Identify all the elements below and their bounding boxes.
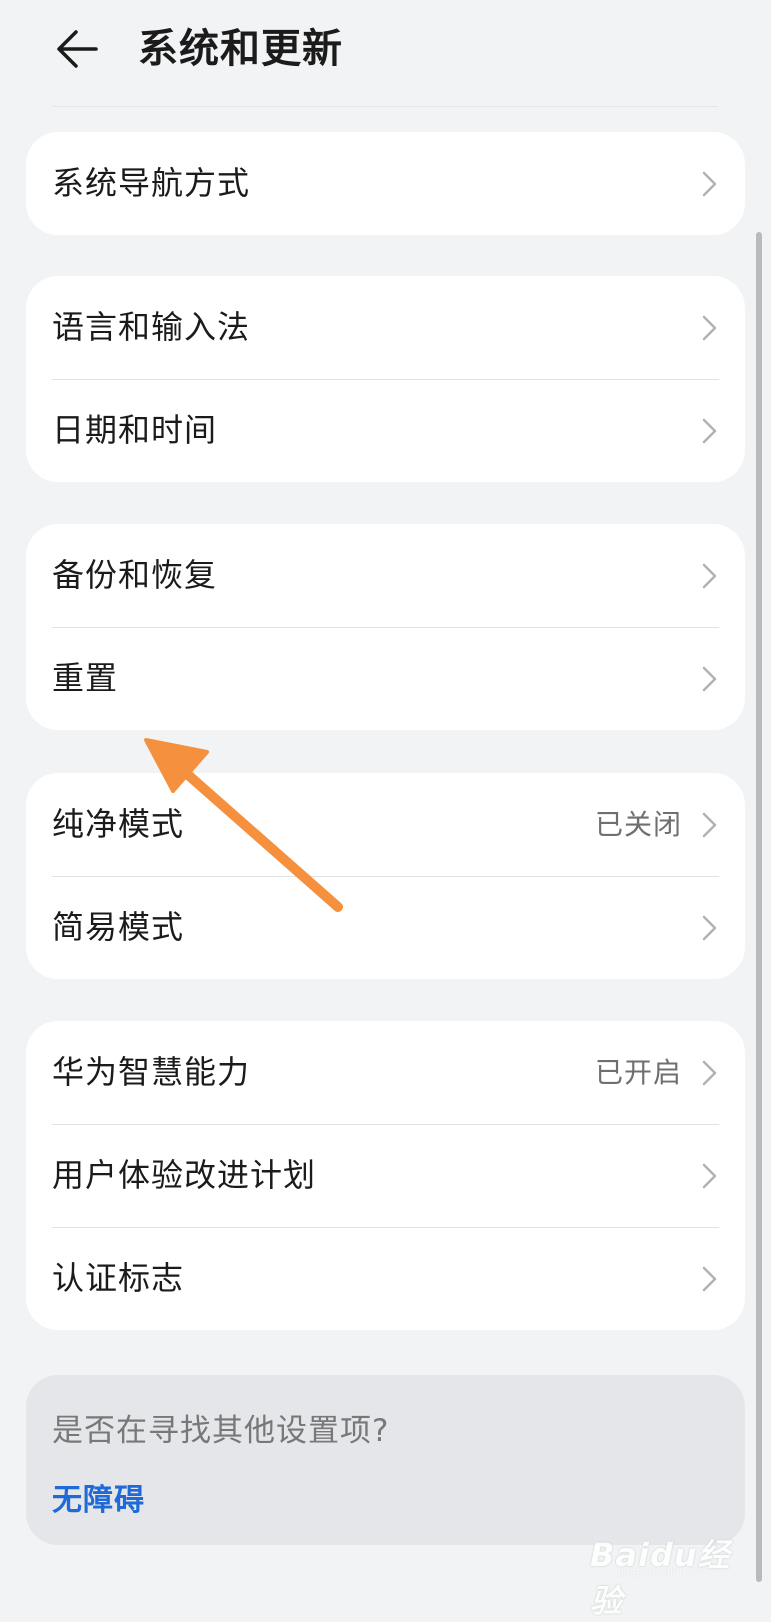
setting-label: 系统导航方式 bbox=[52, 164, 251, 202]
setting-system-navigation[interactable]: 系统导航方式 bbox=[26, 132, 745, 235]
accessibility-link[interactable]: 无障碍 bbox=[52, 1475, 145, 1519]
chevron-right-icon bbox=[702, 1060, 717, 1086]
settings-group-language-date: 语言和输入法 日期和时间 bbox=[26, 276, 745, 482]
scrollbar[interactable] bbox=[756, 232, 762, 1582]
find-question: 是否在寻找其他设置项? bbox=[52, 1413, 390, 1449]
setting-label: 纯净模式 bbox=[52, 805, 185, 843]
title-bar: 系统和更新 bbox=[0, 0, 771, 100]
setting-reset[interactable]: 重置 bbox=[26, 627, 745, 730]
baidu-watermark: Baidu经验 jingyan.baidu.com bbox=[590, 1520, 755, 1620]
setting-date-time[interactable]: 日期和时间 bbox=[26, 379, 745, 482]
header-divider bbox=[52, 106, 718, 107]
chevron-right-icon bbox=[702, 915, 717, 941]
chevron-right-icon bbox=[702, 171, 717, 197]
setting-backup-restore[interactable]: 备份和恢复 bbox=[26, 524, 745, 627]
setting-label: 备份和恢复 bbox=[52, 556, 218, 594]
setting-label: 日期和时间 bbox=[52, 411, 218, 449]
setting-simple-mode[interactable]: 简易模式 bbox=[26, 876, 745, 979]
settings-group-modes: 纯净模式 已关闭 简易模式 bbox=[26, 773, 745, 979]
setting-pure-mode[interactable]: 纯净模式 已关闭 bbox=[26, 773, 745, 876]
chevron-right-icon bbox=[702, 563, 717, 589]
chevron-right-icon bbox=[702, 666, 717, 692]
settings-group-navigation: 系统导航方式 bbox=[26, 132, 745, 235]
chevron-right-icon bbox=[702, 418, 717, 444]
settings-group-huawei: 华为智慧能力 已开启 用户体验改进计划 认证标志 bbox=[26, 1021, 745, 1330]
setting-label: 用户体验改进计划 bbox=[52, 1156, 317, 1194]
chevron-right-icon bbox=[702, 1266, 717, 1292]
setting-label: 华为智慧能力 bbox=[52, 1053, 251, 1091]
watermark-subtext: jingyan.baidu.com bbox=[618, 1566, 711, 1577]
setting-label: 重置 bbox=[52, 659, 119, 697]
setting-label: 认证标志 bbox=[52, 1259, 185, 1297]
setting-certification-marks[interactable]: 认证标志 bbox=[26, 1227, 745, 1330]
arrow-left-icon bbox=[57, 30, 98, 68]
chevron-right-icon bbox=[702, 1163, 717, 1189]
setting-huawei-intelligence[interactable]: 华为智慧能力 已开启 bbox=[26, 1021, 745, 1124]
setting-user-experience-program[interactable]: 用户体验改进计划 bbox=[26, 1124, 745, 1227]
setting-label: 语言和输入法 bbox=[52, 308, 251, 346]
setting-label: 简易模式 bbox=[52, 908, 185, 946]
setting-status: 已关闭 bbox=[594, 808, 682, 841]
chevron-right-icon bbox=[702, 812, 717, 838]
setting-status: 已开启 bbox=[594, 1056, 682, 1089]
back-button[interactable] bbox=[52, 24, 102, 74]
settings-group-backup-reset: 备份和恢复 重置 bbox=[26, 524, 745, 730]
setting-language-input[interactable]: 语言和输入法 bbox=[26, 276, 745, 379]
page-title: 系统和更新 bbox=[138, 26, 343, 72]
chevron-right-icon bbox=[702, 315, 717, 341]
